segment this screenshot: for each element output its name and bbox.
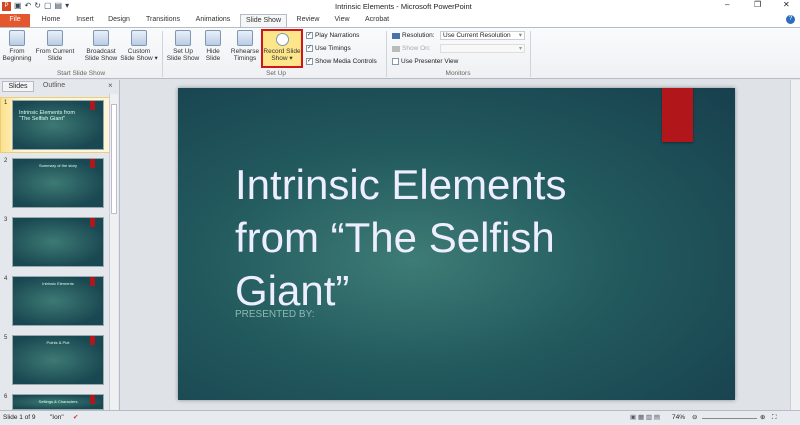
slides-panel: Slides Outline × 1 Intrinsic Elements fr… (0, 80, 120, 410)
rehearse-timings-button[interactable]: Rehearse Timings (230, 30, 260, 62)
zoom-out-icon[interactable]: ⊖ (692, 411, 697, 425)
from-beginning-button[interactable]: From Beginning (2, 30, 32, 62)
play-narrations-checkbox[interactable]: ✓ Play Narrations (306, 31, 359, 40)
tab-transitions[interactable]: Transitions (142, 14, 184, 27)
custom-slide-show-button[interactable]: Custom Slide Show ▾ (120, 30, 158, 62)
projector-icon (9, 30, 25, 46)
use-presenter-view-checkbox[interactable]: Use Presenter View (392, 57, 458, 66)
broadcast-icon (93, 30, 109, 46)
zoom-in-icon[interactable]: ⊕ (760, 411, 765, 425)
minimize-button[interactable]: – (725, 0, 729, 9)
zoom-slider[interactable] (702, 418, 757, 419)
group-label-setup: Set Up (266, 70, 286, 77)
rehearse-icon (237, 30, 253, 46)
slide-counter: Slide 1 of 9 (3, 414, 36, 421)
close-panel-icon[interactable]: × (108, 81, 113, 90)
slide-thumbnail[interactable] (12, 217, 104, 267)
window-title: Intrinsic Elements - Microsoft PowerPoin… (335, 2, 472, 11)
quick-access-toolbar[interactable]: ▣↶↻▢▤▾ (14, 1, 72, 10)
spellcheck-icon[interactable]: ✔ (73, 411, 78, 425)
slide-subtitle[interactable]: PRESENTED BY: (235, 309, 314, 320)
main-scrollbar[interactable] (790, 80, 800, 410)
panel-scrollbar[interactable] (109, 94, 118, 410)
use-timings-checkbox[interactable]: ✓ Use Timings (306, 44, 351, 53)
slide-thumbnail[interactable]: Intrinsic Elements from “The Selfish Gia… (12, 100, 104, 150)
tab-review[interactable]: Review (294, 14, 322, 27)
slide-thumbnail[interactable]: Summary of the story (12, 158, 104, 208)
zoom-level[interactable]: 74% (672, 411, 685, 425)
status-bar: Slide 1 of 9 "Ion" ✔ ▣ ▦ ▥ ▤ 74% ⊖ ⊕ ⛶ (0, 410, 800, 425)
broadcast-button[interactable]: Broadcast Slide Show (82, 30, 120, 62)
tab-slides[interactable]: Slides (2, 81, 34, 92)
tab-file[interactable]: File (0, 14, 30, 27)
tab-design[interactable]: Design (104, 14, 134, 27)
close-button[interactable]: ✕ (783, 0, 790, 9)
record-slide-show-button[interactable]: Record Slide Show ▾ (261, 29, 303, 68)
stopwatch-icon (275, 33, 289, 46)
show-on-label: Show On: (392, 44, 431, 53)
slide-thumbnail[interactable]: Settings & Characters (12, 394, 104, 410)
group-label-start: Start Slide Show (56, 70, 106, 77)
help-icon[interactable]: ? (786, 15, 795, 24)
projector-icon (47, 30, 63, 46)
view-buttons[interactable]: ▣ ▦ ▥ ▤ (630, 411, 660, 425)
show-on-dropdown[interactable]: ▾ (440, 44, 525, 53)
resolution-label: Resolution: (392, 31, 435, 40)
show-media-controls-checkbox[interactable]: ✓ Show Media Controls (306, 57, 377, 66)
fit-to-window-icon[interactable]: ⛶ (772, 411, 777, 425)
slide-thumbnail[interactable]: Intrinsic Elements (12, 276, 104, 326)
red-accent-bar (662, 88, 693, 142)
theme-name: "Ion" (50, 414, 64, 421)
setup-icon (175, 30, 191, 46)
from-current-slide-button[interactable]: From Current Slide (34, 30, 76, 62)
restore-button[interactable]: ❐ (754, 0, 761, 9)
custom-show-icon (131, 30, 147, 46)
tab-insert[interactable]: Insert (72, 14, 98, 27)
powerpoint-logo-icon: P (2, 2, 11, 11)
group-label-monitors: Monitors (445, 70, 471, 77)
resolution-dropdown[interactable]: Use Current Resolution ▾ (440, 31, 525, 40)
slide-title[interactable]: Intrinsic Elements from “The Selfish Gia… (235, 158, 635, 317)
ribbon: From Beginning From Current Slide Broadc… (0, 27, 800, 79)
tab-outline[interactable]: Outline (36, 81, 72, 92)
tab-home[interactable]: Home (36, 14, 66, 27)
ribbon-tabs: File Home Insert Design Transitions Anim… (0, 13, 800, 27)
tab-acrobat[interactable]: Acrobat (362, 14, 392, 27)
slide-canvas[interactable]: Intrinsic Elements from “The Selfish Gia… (178, 88, 735, 400)
set-up-slide-show-button[interactable]: Set Up Slide Show (166, 30, 200, 62)
tab-slide-show[interactable]: Slide Show (240, 14, 287, 27)
tab-view[interactable]: View (330, 14, 354, 27)
slide-thumbnail[interactable]: Points & Plot (12, 335, 104, 385)
hide-slide-icon (205, 30, 221, 46)
hide-slide-button[interactable]: Hide Slide (202, 30, 224, 62)
tab-animations[interactable]: Animations (192, 14, 234, 27)
title-bar: P ▣↶↻▢▤▾ Intrinsic Elements - Microsoft … (0, 0, 800, 13)
